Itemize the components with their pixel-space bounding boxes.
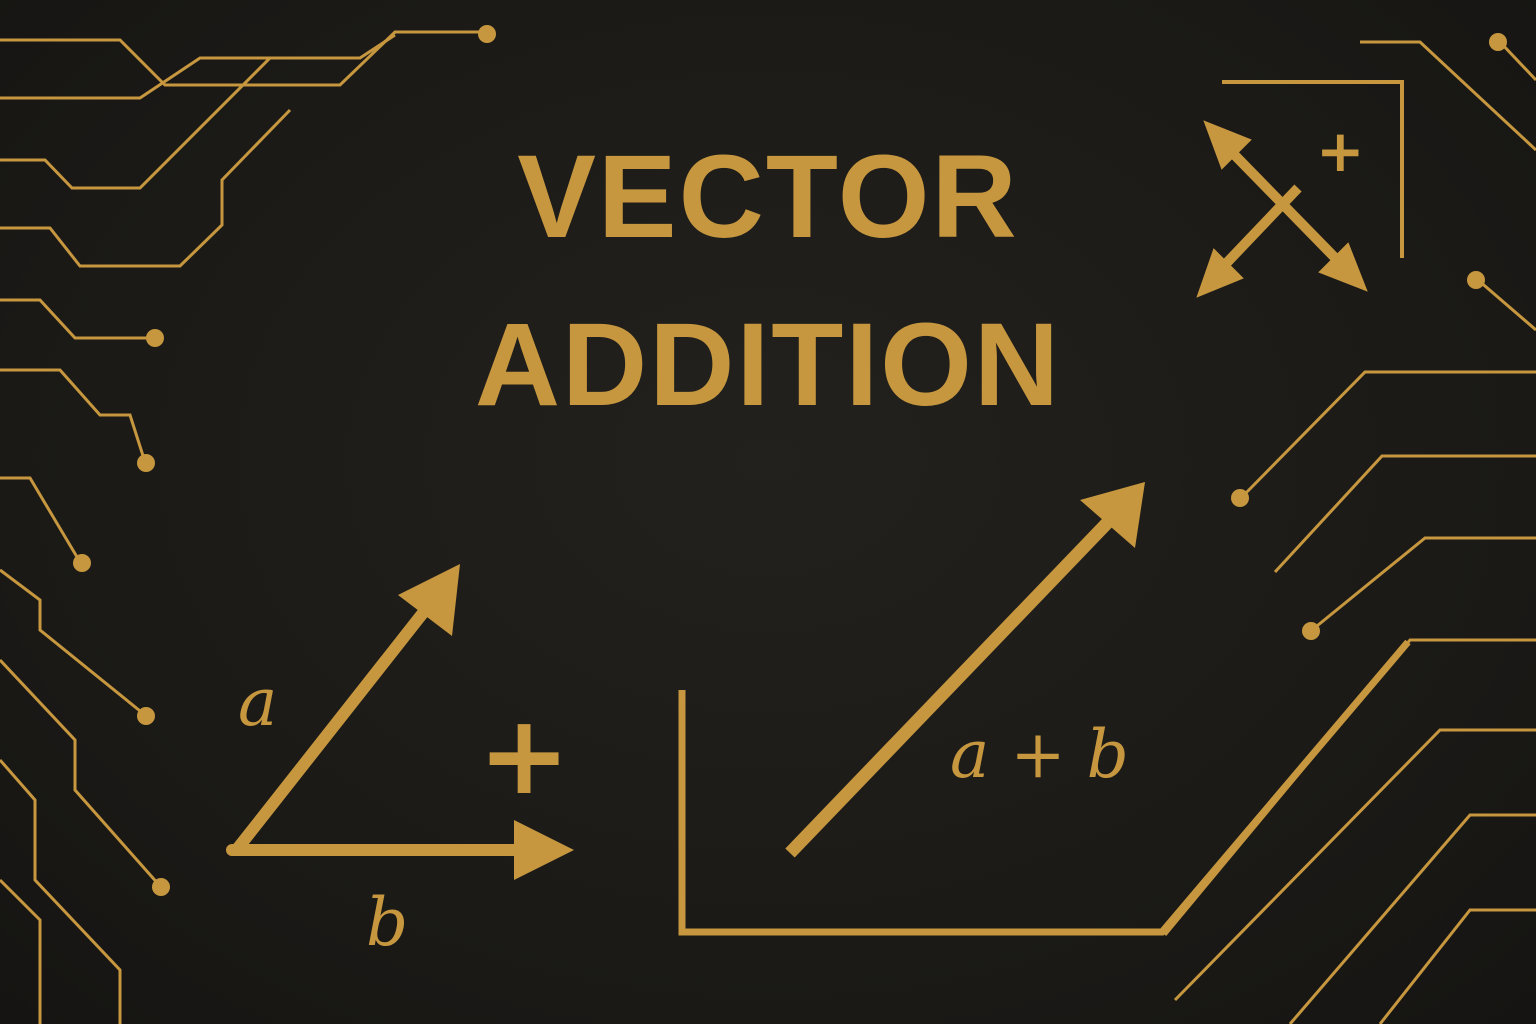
- poster: VECTOR ADDITION + a b + a + b: [0, 0, 1536, 1024]
- sum-label: a + b: [950, 716, 1129, 793]
- icon-plus-sign: +: [1316, 117, 1365, 185]
- plus-operator: +: [478, 691, 571, 819]
- title-line-2: ADDITION: [474, 299, 1062, 431]
- vector-sum-arrow: [785, 482, 1145, 858]
- title-line-1: VECTOR: [517, 131, 1019, 263]
- vector-a-label: a: [238, 664, 278, 741]
- vector-b-label: b: [366, 884, 409, 961]
- vector-b-arrow: [226, 820, 574, 880]
